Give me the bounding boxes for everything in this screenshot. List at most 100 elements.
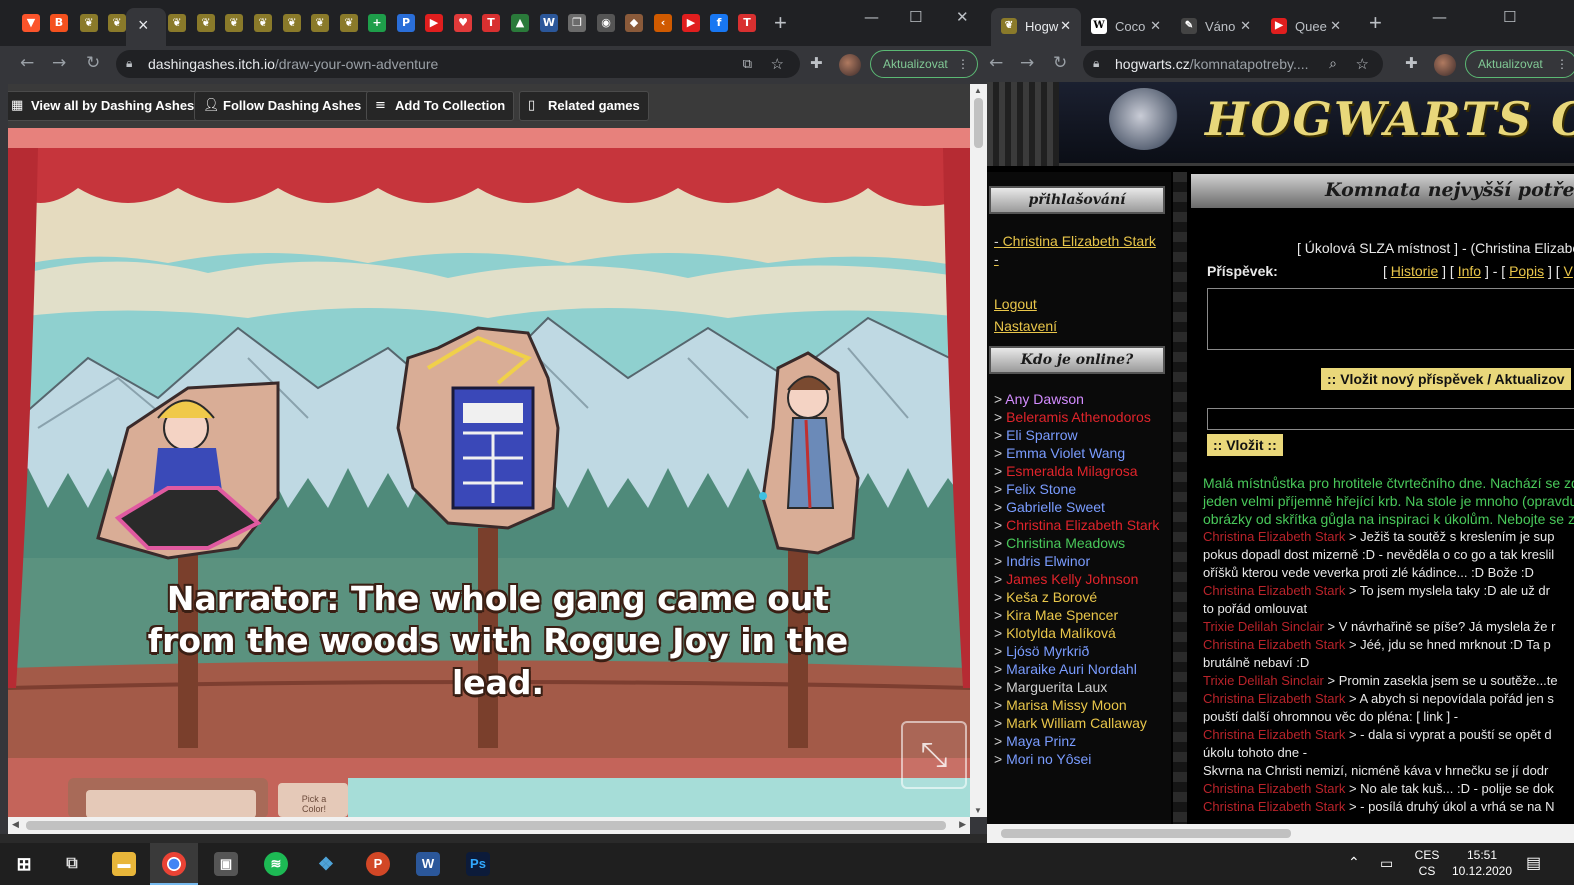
horizontal-scrollbar[interactable]: ◀ ▶	[8, 817, 970, 834]
tab-close-icon[interactable]: ×	[138, 15, 149, 36]
new-tab-button[interactable]: +	[774, 12, 787, 34]
address-bar[interactable]: 🔒︎ dashingashes.itch.io/draw-your-own-ad…	[116, 50, 800, 78]
hogwarts-tab-icon[interactable]: ❦	[340, 14, 358, 32]
online-user-name[interactable]: Maraike Auri Nordahl	[1006, 661, 1137, 677]
t-tab-icon[interactable]: T	[482, 14, 500, 32]
chrome-app[interactable]	[150, 843, 198, 885]
logout-link[interactable]: Logout	[994, 296, 1037, 312]
online-user-name[interactable]: Emma Violet Wang	[1006, 445, 1125, 461]
related-games-button[interactable]: ▯ Related games	[519, 91, 649, 121]
online-user-name[interactable]: Christina Meadows	[1006, 535, 1125, 551]
follow-button[interactable]: 👤︎ Follow Dashing Ashes	[194, 91, 371, 121]
battery-icon[interactable]: ▭	[1380, 855, 1393, 872]
reload-button[interactable]: ↻	[1053, 53, 1067, 73]
profile-avatar[interactable]	[839, 54, 861, 76]
maximize-button[interactable]: ☐	[909, 8, 922, 26]
online-user-name[interactable]: Eli Sparrow	[1006, 427, 1078, 443]
chevron-tab-icon[interactable]: ‹	[654, 14, 672, 32]
extensions-icon[interactable]: ✚	[1405, 54, 1418, 72]
message-author[interactable]: Christina Elizabeth Stark	[1203, 727, 1345, 742]
extensions-icon[interactable]: ✚	[810, 54, 823, 72]
post-new-button[interactable]: :: Vložit nový příspěvek / Aktualizov	[1321, 368, 1571, 390]
description-link[interactable]: Popis	[1509, 263, 1544, 279]
kodi-app[interactable]: ❖	[302, 843, 350, 885]
online-user-name[interactable]: Mori no Yôsei	[1006, 751, 1091, 767]
address-bar[interactable]: 🔒︎ hogwarts.cz/komnatapotreby.... ⌕ ☆	[1083, 50, 1383, 78]
word-tab-icon[interactable]: W	[540, 14, 558, 32]
close-window-button[interactable]: ✕	[956, 8, 969, 26]
p-tab-icon[interactable]: P	[397, 14, 415, 32]
site-title[interactable]: HOGWARTS ON	[1205, 92, 1574, 146]
tab-close-icon[interactable]: ✕	[1060, 18, 1071, 34]
message-author[interactable]: Christina Elizabeth Stark	[1203, 799, 1345, 814]
minimize-button[interactable]: —	[1432, 8, 1447, 26]
message-author[interactable]: Trixie Delilah Sinclair	[1203, 619, 1324, 634]
insert-button[interactable]: :: Vložit ::	[1207, 434, 1283, 456]
tab-hogwarts[interactable]: ❦ Hogw ✕	[991, 8, 1081, 46]
explorer-app[interactable]: ▬	[100, 843, 148, 885]
t-tab-icon[interactable]: T	[738, 14, 756, 32]
tab-coco[interactable]: W Coco ✕	[1081, 8, 1171, 46]
user-link[interactable]: - Christina Elizabeth Stark -	[994, 232, 1164, 268]
online-user-name[interactable]: Keša z Borové	[1006, 589, 1097, 605]
blogger-tab-icon[interactable]: B	[50, 14, 68, 32]
store-app[interactable]: ▣	[202, 843, 250, 885]
message-author[interactable]: Christina Elizabeth Stark	[1203, 529, 1345, 544]
tray-chevron-icon[interactable]: ⌃	[1348, 854, 1360, 871]
minimize-button[interactable]: —	[864, 8, 879, 26]
bookmark-star-icon[interactable]: ☆	[771, 55, 784, 73]
hogwarts-tab-icon[interactable]: ❦	[225, 14, 243, 32]
globe-tab-icon[interactable]: ◉	[597, 14, 615, 32]
view-all-button[interactable]: ▦ View all by Dashing Ashes	[8, 91, 204, 121]
plus-green-tab-icon[interactable]: +	[368, 14, 386, 32]
hogwarts-tab-icon[interactable]: ❦	[311, 14, 329, 32]
horizontal-scrollbar[interactable]	[987, 824, 1574, 843]
new-tab-button[interactable]: +	[1369, 12, 1382, 34]
online-user-name[interactable]: Indris Elwinor	[1006, 553, 1090, 569]
online-user-name[interactable]: Marisa Missy Moon	[1006, 697, 1127, 713]
youtube-tab-icon[interactable]: ▶	[682, 14, 700, 32]
online-user-name[interactable]: Kira Mae Spencer	[1006, 607, 1118, 623]
forward-button[interactable]: →	[1020, 53, 1034, 73]
online-user-name[interactable]: Felix Stone	[1006, 481, 1076, 497]
message-author[interactable]: Christina Elizabeth Stark	[1203, 691, 1345, 706]
online-user-name[interactable]: Beleramis Athenodoros	[1006, 409, 1151, 425]
tab-quee[interactable]: ▶ Quee ✕	[1261, 8, 1351, 46]
active-tab[interactable]: ×	[126, 8, 166, 46]
fullscreen-icon[interactable]: ⤡	[901, 721, 967, 789]
message-author[interactable]: Christina Elizabeth Stark	[1203, 781, 1345, 796]
hogwarts-tab-icon[interactable]: ❦	[168, 14, 186, 32]
translate-icon[interactable]: ⧉	[743, 56, 752, 72]
tab-vano[interactable]: ✎ Váno ✕	[1171, 8, 1261, 46]
online-user-name[interactable]: Klotylda Malíková	[1006, 625, 1116, 641]
message-author[interactable]: Trixie Delilah Sinclair	[1203, 673, 1324, 688]
online-user-name[interactable]: Ljósö Myrkrið	[1006, 643, 1089, 659]
tab-close-icon[interactable]: ✕	[1240, 18, 1251, 34]
back-button[interactable]: ←	[989, 53, 1003, 73]
info-link[interactable]: Info	[1458, 263, 1481, 279]
online-user-name[interactable]: Gabrielle Sweet	[1006, 499, 1105, 515]
pick-color-label[interactable]: Pick a Color!	[292, 794, 336, 814]
reload-button[interactable]: ↻	[86, 53, 100, 73]
message-author[interactable]: Christina Elizabeth Stark	[1203, 637, 1345, 652]
update-button[interactable]: Aktualizovat ⋮	[1465, 50, 1574, 78]
menu-dots-icon[interactable]: ⋮	[1556, 51, 1568, 77]
notifications-icon[interactable]: ▤	[1526, 853, 1541, 873]
hogwarts-tab-icon[interactable]: ❦	[197, 14, 215, 32]
online-user-name[interactable]: James Kelly Johnson	[1006, 571, 1138, 587]
back-button[interactable]: ←	[20, 53, 34, 73]
online-user-name[interactable]: Esmeralda Milagrosa	[1006, 463, 1138, 479]
online-user-name[interactable]: Any Dawson	[1005, 391, 1084, 407]
settings-link[interactable]: Nastavení	[994, 318, 1057, 334]
forward-button[interactable]: →	[52, 53, 66, 73]
task-view-button[interactable]: ⧉	[48, 843, 96, 885]
insert-input[interactable]	[1207, 408, 1574, 430]
menu-dots-icon[interactable]: ⋮	[957, 51, 969, 77]
youtube-tab-icon[interactable]: ▶	[425, 14, 443, 32]
vertical-scrollbar[interactable]: ▲ ▼	[970, 84, 987, 817]
bookmark-star-icon[interactable]: ☆	[1356, 55, 1369, 73]
online-user-name[interactable]: Mark William Callaway	[1006, 715, 1147, 731]
history-link[interactable]: Historie	[1391, 263, 1438, 279]
language-indicator[interactable]: CES CS	[1412, 847, 1442, 879]
clock[interactable]: 15:51 10.12.2020	[1446, 847, 1518, 879]
